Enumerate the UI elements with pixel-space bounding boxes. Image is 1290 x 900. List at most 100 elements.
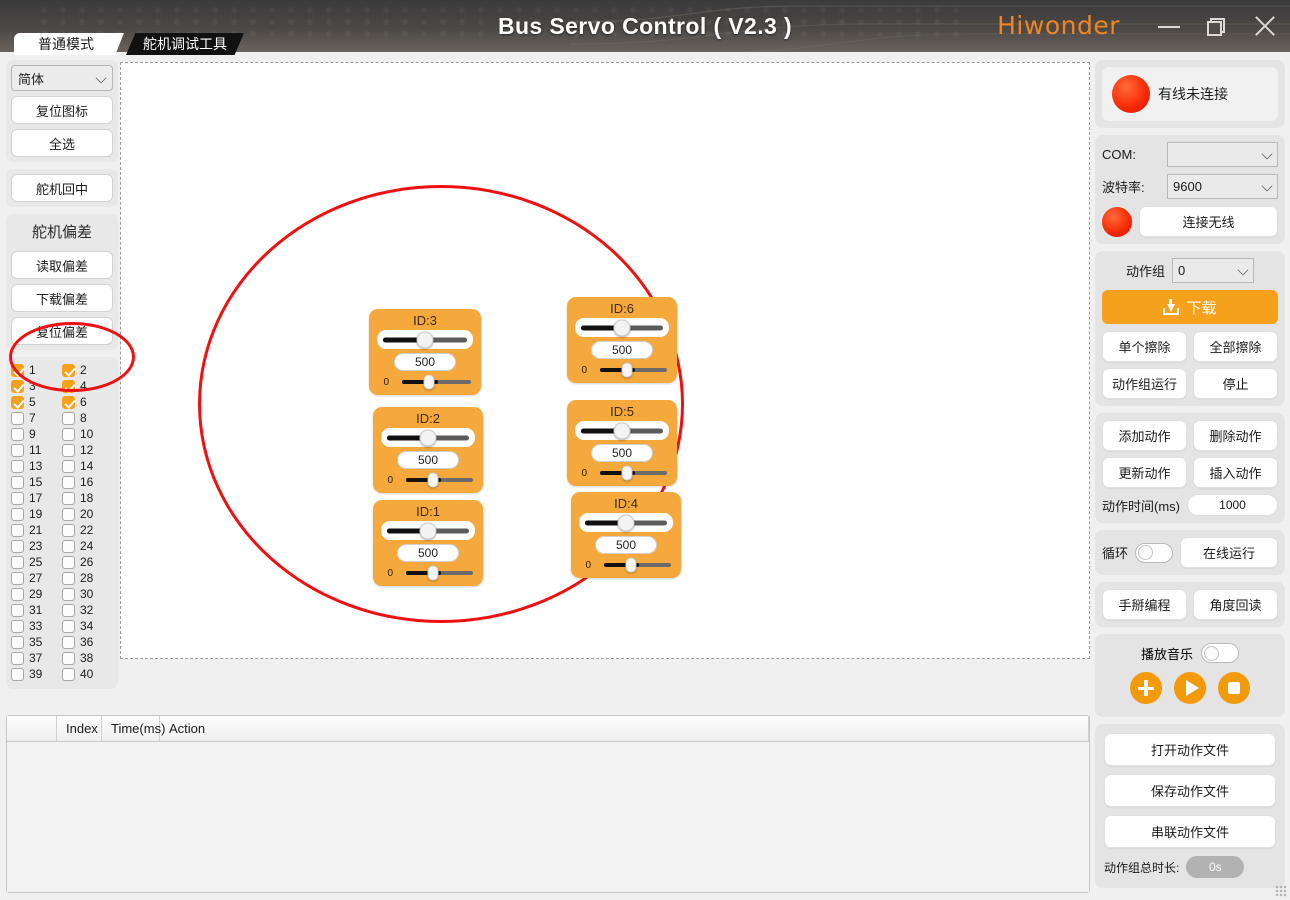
checkbox-box[interactable] (11, 555, 24, 569)
servo-checkbox-13[interactable]: 13 (11, 458, 62, 474)
table-column-header[interactable]: Action (160, 716, 1089, 742)
checkbox-box[interactable] (62, 555, 75, 569)
servo-canvas[interactable]: ID:3 500 0 ID:6 500 0 ID:2 500 0 ID:5 500 0 ID:1 500 0… (120, 62, 1090, 659)
checkbox-box[interactable] (62, 603, 75, 617)
checkbox-box[interactable] (62, 363, 75, 377)
servo-checkbox-14[interactable]: 14 (62, 458, 113, 474)
add-action-button[interactable]: 添加动作 (1102, 420, 1187, 451)
servo-deviation-slider[interactable] (398, 565, 475, 581)
servo-checkbox-17[interactable]: 17 (11, 490, 62, 506)
servo-checkbox-8[interactable]: 8 (62, 410, 113, 426)
checkbox-box[interactable] (62, 651, 75, 665)
minimize-icon[interactable] (1156, 13, 1182, 39)
servo-checkbox-5[interactable]: 5 (11, 394, 62, 410)
servo-checkbox-20[interactable]: 20 (62, 506, 113, 522)
mini-slider-knob[interactable] (423, 374, 435, 390)
checkbox-box[interactable] (11, 475, 24, 489)
action-table[interactable]: Index Time(ms) Action (6, 715, 1090, 893)
servo-checkbox-9[interactable]: 9 (11, 426, 62, 442)
checkbox-box[interactable] (11, 443, 24, 457)
servo-position-slider[interactable] (575, 421, 669, 440)
maximize-icon[interactable] (1204, 13, 1230, 39)
checkbox-box[interactable] (62, 667, 75, 681)
mini-slider-knob[interactable] (621, 362, 633, 378)
loop-toggle[interactable] (1135, 542, 1174, 563)
checkbox-box[interactable] (62, 443, 75, 457)
read-deviation-button[interactable]: 读取偏差 (11, 251, 113, 279)
checkbox-box[interactable] (11, 571, 24, 585)
stop-icon[interactable] (1218, 672, 1250, 704)
servo-checkbox-31[interactable]: 31 (11, 602, 62, 618)
tab-normal-mode[interactable]: 普通模式 (14, 33, 124, 55)
servo-deviation-slider[interactable] (592, 362, 669, 378)
servo-checkbox-19[interactable]: 19 (11, 506, 62, 522)
servo-deviation-slider[interactable] (596, 557, 673, 573)
checkbox-box[interactable] (62, 571, 75, 585)
servo-checkbox-3[interactable]: 3 (11, 378, 62, 394)
slider-knob[interactable] (419, 522, 437, 539)
servo-checkbox-39[interactable]: 39 (11, 666, 62, 682)
servo-checkbox-28[interactable]: 28 (62, 570, 113, 586)
online-run-button[interactable]: 在线运行 (1180, 537, 1278, 568)
servo-deviation-slider[interactable] (394, 374, 473, 390)
checkbox-box[interactable] (62, 411, 75, 425)
servo-checkbox-18[interactable]: 18 (62, 490, 113, 506)
checkbox-box[interactable] (11, 523, 24, 537)
checkbox-box[interactable] (11, 635, 24, 649)
table-body[interactable] (7, 742, 1089, 892)
servo-card[interactable]: ID:6 500 0 (567, 297, 677, 383)
checkbox-box[interactable] (11, 651, 24, 665)
table-column-header[interactable]: Index (57, 716, 102, 742)
resize-grip[interactable] (1275, 885, 1287, 897)
connect-wireless-button[interactable]: 连接无线 (1139, 206, 1278, 237)
servo-value-input[interactable]: 500 (595, 536, 657, 554)
servo-checkbox-6[interactable]: 6 (62, 394, 113, 410)
servo-checkbox-15[interactable]: 15 (11, 474, 62, 490)
slider-knob[interactable] (416, 331, 434, 348)
servo-checkbox-1[interactable]: 1 (11, 362, 62, 378)
checkbox-box[interactable] (11, 619, 24, 633)
play-music-toggle[interactable] (1201, 643, 1239, 663)
checkbox-box[interactable] (11, 491, 24, 505)
servo-position-slider[interactable] (579, 513, 673, 532)
run-action-group-button[interactable]: 动作组运行 (1102, 368, 1187, 399)
checkbox-box[interactable] (62, 427, 75, 441)
delete-action-button[interactable]: 删除动作 (1193, 420, 1278, 451)
servo-value-input[interactable]: 500 (394, 353, 456, 371)
servo-checkbox-25[interactable]: 25 (11, 554, 62, 570)
download-deviation-button[interactable]: 下载偏差 (11, 284, 113, 312)
checkbox-box[interactable] (11, 363, 24, 377)
servo-position-slider[interactable] (377, 330, 473, 349)
servo-checkbox-27[interactable]: 27 (11, 570, 62, 586)
update-action-button[interactable]: 更新动作 (1102, 457, 1187, 488)
checkbox-box[interactable] (11, 459, 24, 473)
tab-servo-debug-tool[interactable]: 舵机调试工具 (126, 33, 244, 55)
mini-slider-knob[interactable] (621, 465, 633, 481)
language-combo[interactable]: 简体 (11, 65, 113, 91)
checkbox-box[interactable] (62, 475, 75, 489)
com-select[interactable] (1167, 142, 1278, 167)
checkbox-box[interactable] (11, 587, 24, 601)
servo-checkbox-36[interactable]: 36 (62, 634, 113, 650)
servo-card[interactable]: ID:2 500 0 (373, 407, 483, 493)
servo-checkbox-7[interactable]: 7 (11, 410, 62, 426)
servo-checkbox-30[interactable]: 30 (62, 586, 113, 602)
checkbox-box[interactable] (62, 395, 75, 409)
servo-checkbox-2[interactable]: 2 (62, 362, 113, 378)
servo-checkbox-16[interactable]: 16 (62, 474, 113, 490)
servo-checkbox-32[interactable]: 32 (62, 602, 113, 618)
servo-checkbox-34[interactable]: 34 (62, 618, 113, 634)
baud-select[interactable]: 9600 (1167, 174, 1278, 199)
stop-button[interactable]: 停止 (1193, 368, 1278, 399)
slider-knob[interactable] (617, 514, 635, 531)
table-column-header[interactable]: Time(ms) (102, 716, 165, 742)
erase-single-button[interactable]: 单个擦除 (1102, 331, 1187, 362)
concat-action-file-button[interactable]: 串联动作文件 (1104, 815, 1276, 848)
close-icon[interactable] (1252, 13, 1278, 39)
checkbox-box[interactable] (62, 379, 75, 393)
servo-value-input[interactable]: 500 (591, 444, 653, 462)
mini-slider-knob[interactable] (427, 565, 439, 581)
servo-checkbox-33[interactable]: 33 (11, 618, 62, 634)
servo-checkbox-21[interactable]: 21 (11, 522, 62, 538)
mini-slider-knob[interactable] (625, 557, 637, 573)
